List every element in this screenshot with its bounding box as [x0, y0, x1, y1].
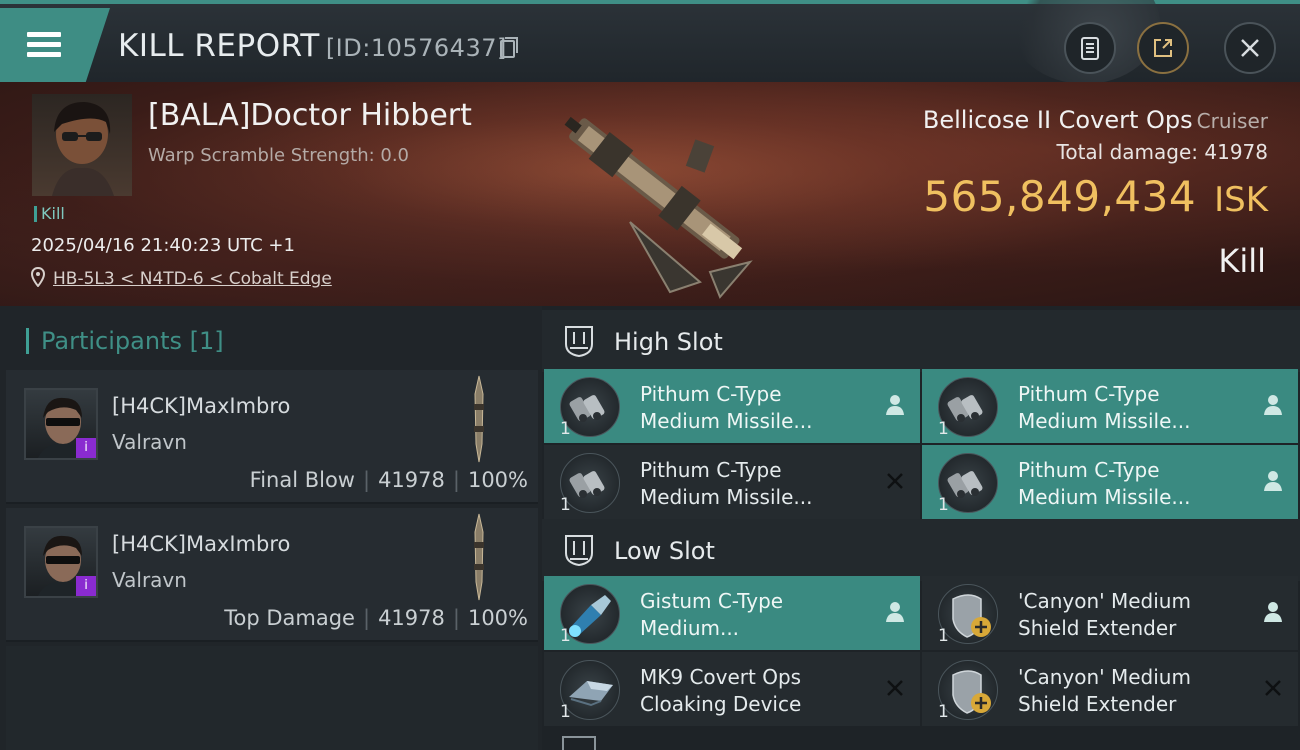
participant-avatar[interactable]: i — [24, 388, 98, 460]
menu-button[interactable] — [0, 8, 110, 82]
participant-stats: Top Damage | 41978 | 100% — [224, 606, 528, 630]
kill-summary-banner: [BALA]Doctor Hibbert Warp Scramble Stren… — [0, 82, 1300, 306]
high-slot-label: High Slot — [614, 328, 723, 356]
participant-role: Top Damage — [224, 606, 355, 630]
module-item[interactable]: 1 Gistum C-Type Medium... — [544, 576, 920, 650]
participant-ship-icon[interactable] — [468, 374, 490, 464]
share-button[interactable] — [1137, 22, 1189, 74]
top-bar: KILL REPORT [ID:10576437] — [0, 0, 1300, 84]
dropped-person-icon — [1264, 471, 1282, 491]
participant-damage: 41978 — [378, 606, 445, 630]
clipboard-icon — [1081, 37, 1099, 60]
participant-ship-icon[interactable] — [468, 512, 490, 602]
module-name: Pithum C-Type Medium Missile... — [1018, 382, 1191, 433]
destroyed-x-icon — [887, 473, 903, 489]
victim-ship-name[interactable]: Bellicose II Covert Ops Cruiser — [923, 106, 1268, 134]
page-title: KILL REPORT [ID:10576437] — [118, 28, 507, 64]
participant-damage: 41978 — [378, 468, 445, 492]
high-slot-icon — [565, 326, 593, 358]
victim-portrait[interactable] — [32, 94, 132, 196]
hamburger-icon — [27, 32, 61, 58]
ship-class: Cruiser — [1196, 109, 1268, 133]
kill-type-tag: Kill — [34, 206, 65, 222]
dropped-person-icon — [886, 395, 904, 415]
low-slot-header: Low Slot — [542, 519, 1300, 581]
page-title-text: KILL REPORT — [118, 28, 320, 64]
total-damage-label: Total damage: — [1056, 140, 1199, 164]
close-button[interactable] — [1224, 22, 1276, 74]
module-item[interactable]: 1 MK9 Covert Ops Cloaking Device — [544, 652, 920, 726]
participant-row[interactable]: i [H4CK]MaxImbro Valravn Top Damage | 4197… — [6, 508, 538, 642]
participant-name[interactable]: [H4CK]MaxImbro — [112, 394, 290, 418]
info-badge-icon: i — [76, 576, 96, 596]
participant-ship: Valravn — [112, 568, 187, 592]
participant-stats: Final Blow | 41978 | 100% — [249, 468, 528, 492]
module-name: 'Canyon' Medium Shield Extender — [1018, 665, 1191, 716]
module-item[interactable]: 1 Pithum C-Type Medium Missile... — [544, 445, 920, 519]
warp-scramble-strength: Warp Scramble Strength: 0.0 — [148, 145, 410, 166]
victim-name[interactable]: [BALA]Doctor Hibbert — [148, 98, 472, 133]
participants-header: Participants [1] — [26, 328, 224, 354]
module-name: MK9 Covert Ops Cloaking Device — [640, 665, 802, 716]
destroyed-x-icon — [887, 680, 903, 696]
low-slot-icon — [565, 535, 593, 567]
kill-location-link[interactable]: HB-5L3 < N4TD-6 < Cobalt Edge — [53, 269, 332, 289]
module-name: Pithum C-Type Medium Missile... — [640, 382, 813, 433]
module-name: 'Canyon' Medium Shield Extender — [1018, 589, 1191, 640]
participant-row[interactable]: i [H4CK]MaxImbro Valravn Final Blow | 4197… — [6, 370, 538, 504]
module-quantity: 1 — [560, 419, 571, 439]
module-quantity: 1 — [938, 702, 949, 722]
module-name: Pithum C-Type Medium Missile... — [1018, 458, 1191, 509]
dropped-person-icon — [1264, 395, 1282, 415]
high-slot-header: High Slot — [542, 310, 1300, 372]
info-badge-icon: i — [76, 438, 96, 458]
isk-amount: 565,849,434 — [923, 172, 1197, 221]
participant-percent: 100% — [467, 468, 528, 492]
module-quantity: 1 — [560, 626, 571, 646]
module-item[interactable]: 1 'Canyon' Medium Shield Extender — [922, 652, 1298, 726]
module-quantity: 1 — [560, 702, 571, 722]
kill-datetime: 2025/04/16 21:40:23 UTC +1 — [31, 235, 295, 256]
participants-empty-area — [6, 646, 538, 750]
fitting-panel: High Slot 1 Pithum C-Type Medium Missile.… — [542, 306, 1300, 750]
low-slot-label: Low Slot — [614, 537, 715, 565]
participant-role: Final Blow — [249, 468, 355, 492]
isk-value: 565,849,434 ISK — [923, 172, 1268, 221]
victim-avatar-image — [52, 102, 114, 196]
copy-id-icon[interactable] — [500, 37, 518, 58]
module-item[interactable]: 1 Pithum C-Type Medium Missile... — [922, 445, 1298, 519]
module-quantity: 1 — [938, 419, 949, 439]
module-quantity: 1 — [560, 495, 571, 515]
participant-percent: 100% — [467, 606, 528, 630]
module-name: Pithum C-Type Medium Missile... — [640, 458, 813, 509]
total-damage: Total damage: 41978 — [1057, 140, 1268, 164]
isk-unit: ISK — [1214, 180, 1268, 220]
module-quantity: 1 — [938, 626, 949, 646]
module-item[interactable]: 1 'Canyon' Medium Shield Extender — [922, 576, 1298, 650]
destroyed-x-icon — [1265, 680, 1281, 696]
dropped-person-icon — [886, 602, 904, 622]
location-pin-icon — [31, 267, 45, 287]
module-quantity: 1 — [938, 495, 949, 515]
participant-ship: Valravn — [112, 430, 187, 454]
total-damage-value: 41978 — [1204, 140, 1268, 164]
report-id: [ID:10576437] — [325, 34, 507, 62]
victim-ship-image[interactable] — [520, 82, 780, 306]
close-icon — [1241, 39, 1259, 57]
next-slot-header-partial — [562, 736, 596, 750]
kill-result-label: Kill — [1218, 242, 1266, 280]
module-item[interactable]: 1 Pithum C-Type Medium Missile... — [922, 369, 1298, 443]
participant-name[interactable]: [H4CK]MaxImbro — [112, 532, 290, 556]
ship-type-name: Bellicose II Covert Ops — [922, 106, 1193, 134]
participant-avatar[interactable]: i — [24, 526, 98, 598]
module-item[interactable]: 1 Pithum C-Type Medium Missile... — [544, 369, 920, 443]
participants-panel: Participants [1] i [H4CK]MaxImbro Valrav… — [0, 306, 542, 750]
module-name: Gistum C-Type Medium... — [640, 589, 784, 640]
dropped-person-icon — [1264, 602, 1282, 622]
share-icon — [1154, 39, 1172, 57]
notes-button[interactable] — [1064, 22, 1116, 74]
